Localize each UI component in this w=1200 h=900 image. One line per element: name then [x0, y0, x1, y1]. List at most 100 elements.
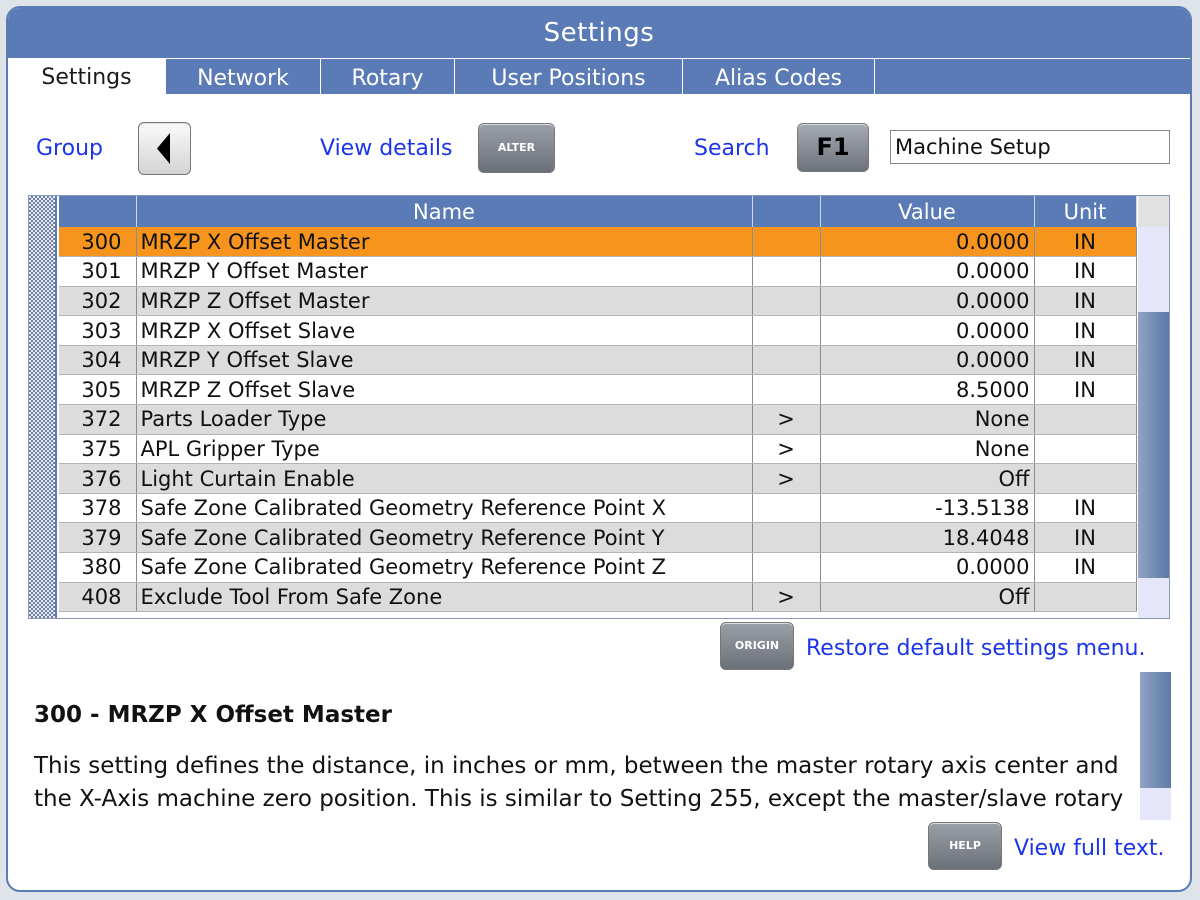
setting-name: Light Curtain Enable [136, 463, 753, 494]
search-input[interactable] [890, 130, 1170, 164]
setting-number: 305 [59, 374, 137, 406]
table-row[interactable]: 302 MRZP Z Offset Master 0.0000 IN [59, 286, 1137, 317]
tab-network[interactable]: Network [165, 58, 320, 94]
setting-name: MRZP X Offset Slave [136, 315, 753, 346]
setting-value: -13.5138 [820, 493, 1035, 524]
setting-submenu-arrow [752, 552, 821, 583]
setting-number: 301 [59, 256, 137, 287]
setting-submenu-arrow [752, 227, 821, 258]
table-row[interactable]: 379 Safe Zone Calibrated Geometry Refere… [59, 522, 1137, 554]
setting-unit: IN [1034, 256, 1137, 287]
setting-value: Off [820, 463, 1035, 494]
setting-submenu-arrow: > [752, 582, 821, 613]
setting-number: 378 [59, 493, 137, 524]
column-header-number [59, 196, 137, 227]
setting-submenu-arrow: > [752, 463, 821, 494]
setting-submenu-arrow: > [752, 434, 821, 465]
table-row[interactable]: 301 MRZP Y Offset Master 0.0000 IN [59, 256, 1137, 287]
tab-user-positions[interactable]: User Positions [454, 58, 682, 94]
setting-name: MRZP Y Offset Master [136, 256, 753, 287]
window-title: Settings [8, 8, 1190, 60]
detail-title: 300 - MRZP X Offset Master [34, 702, 392, 728]
tab-alias-codes[interactable]: Alias Codes [682, 58, 874, 94]
setting-value: 0.0000 [820, 286, 1035, 317]
setting-value: 0.0000 [820, 227, 1035, 258]
origin-key-button[interactable]: ORIGIN [720, 622, 794, 670]
setting-value: 8.5000 [820, 374, 1035, 406]
setting-name: Safe Zone Calibrated Geometry Reference … [136, 493, 753, 524]
settings-grid: Name Value Unit 300 MRZP X Offset Master… [59, 196, 1137, 613]
table-row[interactable]: 408 Exclude Tool From Safe Zone > Off [59, 582, 1137, 613]
settings-table: Name Value Unit 300 MRZP X Offset Master… [28, 195, 1170, 619]
setting-name: MRZP X Offset Master [136, 227, 753, 258]
table-row[interactable]: 378 Safe Zone Calibrated Geometry Refere… [59, 493, 1137, 524]
setting-unit: IN [1034, 493, 1137, 524]
table-scrollbar[interactable] [1138, 196, 1169, 618]
setting-number: 375 [59, 434, 137, 465]
setting-name: Safe Zone Calibrated Geometry Reference … [136, 522, 753, 554]
tab-rotary[interactable]: Rotary [320, 58, 454, 94]
table-row[interactable]: 380 Safe Zone Calibrated Geometry Refere… [59, 552, 1137, 583]
setting-value: 0.0000 [820, 345, 1035, 376]
setting-unit: IN [1034, 522, 1137, 554]
setting-number: 372 [59, 404, 137, 435]
setting-value: 0.0000 [820, 552, 1035, 583]
setting-value: 0.0000 [820, 315, 1035, 346]
setting-unit: IN [1034, 374, 1137, 406]
setting-name: MRZP Y Offset Slave [136, 345, 753, 376]
setting-name: MRZP Z Offset Master [136, 286, 753, 317]
setting-name: Safe Zone Calibrated Geometry Reference … [136, 552, 753, 583]
column-header-value: Value [820, 196, 1035, 227]
setting-unit [1034, 463, 1137, 494]
setting-submenu-arrow [752, 374, 821, 406]
setting-name: APL Gripper Type [136, 434, 753, 465]
setting-value: None [820, 434, 1035, 465]
setting-unit: IN [1034, 227, 1137, 258]
table-row[interactable]: 300 MRZP X Offset Master 0.0000 IN [59, 227, 1137, 258]
tab-settings[interactable]: Settings [8, 58, 165, 94]
column-header-arrow [752, 196, 821, 227]
setting-number: 302 [59, 286, 137, 317]
detail-scrollbar[interactable] [1140, 672, 1171, 820]
search-label: Search [694, 136, 770, 161]
table-row[interactable]: 303 MRZP X Offset Slave 0.0000 IN [59, 315, 1137, 346]
settings-window: Settings Settings Network Rotary User Po… [6, 6, 1192, 892]
restore-defaults-link[interactable]: Restore default settings menu. [806, 636, 1145, 661]
detail-scrollbar-thumb[interactable] [1140, 672, 1171, 788]
setting-number: 303 [59, 315, 137, 346]
setting-unit: IN [1034, 552, 1137, 583]
setting-unit [1034, 404, 1137, 435]
table-row[interactable]: 305 MRZP Z Offset Slave 8.5000 IN [59, 374, 1137, 406]
table-row[interactable]: 304 MRZP Y Offset Slave 0.0000 IN [59, 345, 1137, 376]
setting-name: Parts Loader Type [136, 404, 753, 435]
group-back-button[interactable] [138, 122, 191, 175]
alter-key-button[interactable]: ALTER [478, 123, 555, 173]
table-row[interactable]: 375 APL Gripper Type > None [59, 434, 1137, 465]
setting-submenu-arrow [752, 522, 821, 554]
table-row[interactable]: 376 Light Curtain Enable > Off [59, 463, 1137, 494]
column-header-name: Name [136, 196, 753, 227]
help-key-button[interactable]: HELP [928, 822, 1002, 870]
table-scrollbar-thumb[interactable] [1138, 312, 1169, 578]
setting-submenu-arrow [752, 286, 821, 317]
tab-bar: Settings Network Rotary User Positions A… [8, 58, 1190, 94]
setting-name: Exclude Tool From Safe Zone [136, 582, 753, 613]
setting-submenu-arrow [752, 256, 821, 287]
setting-number: 376 [59, 463, 137, 494]
setting-unit [1034, 434, 1137, 465]
setting-submenu-arrow [752, 315, 821, 346]
column-header-unit: Unit [1034, 196, 1137, 227]
detail-description: This setting defines the distance, in in… [34, 753, 1124, 812]
table-row[interactable]: 372 Parts Loader Type > None [59, 404, 1137, 435]
setting-number: 304 [59, 345, 137, 376]
tab-bar-filler [874, 58, 1190, 94]
table-grip-handle[interactable] [29, 196, 57, 618]
setting-unit: IN [1034, 286, 1137, 317]
setting-submenu-arrow [752, 493, 821, 524]
f1-key-button[interactable]: F1 [797, 123, 869, 172]
view-full-text-link[interactable]: View full text. [1014, 836, 1165, 861]
setting-value: None [820, 404, 1035, 435]
setting-number: 380 [59, 552, 137, 583]
setting-submenu-arrow [752, 345, 821, 376]
setting-value: Off [820, 582, 1035, 613]
